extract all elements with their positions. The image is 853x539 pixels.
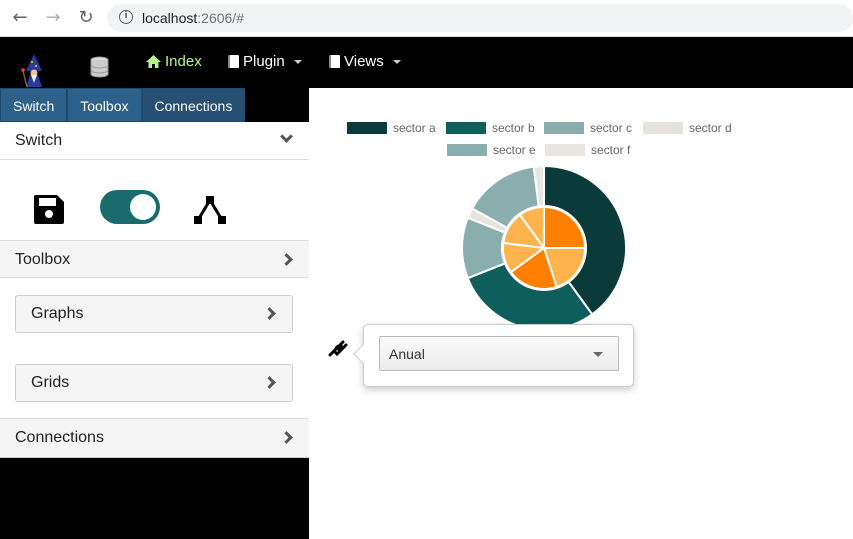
- legend-swatch: [447, 144, 487, 156]
- sidebar-tabs: Switch Toolbox Connections: [0, 88, 246, 122]
- caret-down-icon: [293, 59, 302, 64]
- legend-item[interactable]: sector e: [447, 143, 536, 157]
- reload-icon[interactable]: ↻: [74, 7, 98, 29]
- database-icon[interactable]: [90, 56, 109, 78]
- chevron-right-icon: [263, 376, 276, 389]
- chevron-right-icon: [280, 431, 293, 444]
- legend-swatch: [544, 122, 584, 134]
- address-bar[interactable]: i localhost:2606/#: [107, 4, 853, 32]
- legend-label: sector a: [393, 121, 436, 135]
- forward-icon[interactable]: →: [41, 7, 65, 29]
- nav-index-link[interactable]: Index: [146, 53, 202, 70]
- caret-down-icon: [392, 59, 401, 64]
- nav-views-label: Views: [344, 53, 384, 70]
- wizard-logo-icon[interactable]: [18, 53, 50, 87]
- toolbox-panel-header[interactable]: Toolbox: [0, 240, 309, 278]
- legend-swatch: [347, 122, 387, 134]
- legend-label: sector d: [689, 121, 732, 135]
- save-icon[interactable]: [34, 195, 64, 224]
- connections-panel-header[interactable]: Connections: [0, 418, 309, 458]
- legend-swatch: [446, 122, 486, 134]
- graphs-button[interactable]: Graphs: [15, 295, 293, 333]
- nav-plugin-label: Plugin: [243, 53, 285, 70]
- url-rest: :2606/#: [197, 10, 244, 26]
- graph-network-icon[interactable]: [193, 195, 227, 225]
- nav-index-label: Index: [165, 53, 202, 70]
- info-icon[interactable]: i: [119, 10, 133, 24]
- period-popover: Anual: [353, 324, 634, 387]
- chevron-down-icon: [280, 130, 293, 143]
- nav-views-dropdown[interactable]: Views: [329, 53, 401, 70]
- pie-chart: [461, 164, 627, 331]
- toggle-knob: [130, 194, 156, 220]
- tab-toolbox[interactable]: Toolbox: [67, 88, 142, 122]
- toolbox-panel-title: Toolbox: [15, 251, 71, 268]
- book-icon: [329, 55, 340, 68]
- legend-item[interactable]: sector f: [545, 143, 630, 157]
- url-host: localhost: [142, 10, 198, 26]
- legend-item[interactable]: sector d: [643, 121, 732, 135]
- graphs-label: Graphs: [31, 305, 84, 322]
- legend-label: sector f: [591, 143, 631, 157]
- legend-item[interactable]: sector c: [544, 121, 632, 135]
- legend-label: sector b: [492, 121, 535, 135]
- plug-icon[interactable]: [327, 336, 349, 358]
- period-select-value: Anual: [389, 346, 425, 362]
- nav-plugin-dropdown[interactable]: Plugin: [228, 53, 302, 70]
- back-icon[interactable]: ←: [8, 7, 32, 29]
- switch-panel-title: Switch: [15, 132, 63, 149]
- legend-swatch: [643, 122, 683, 134]
- legend-label: sector e: [493, 143, 536, 157]
- popover-arrow: [353, 344, 373, 364]
- tab-connections[interactable]: Connections: [141, 88, 246, 122]
- legend-item[interactable]: sector a: [347, 121, 436, 135]
- connections-panel-title: Connections: [15, 429, 104, 446]
- legend-item[interactable]: sector b: [446, 121, 535, 135]
- switch-panel-header[interactable]: Switch: [0, 122, 309, 160]
- top-navbar: Index Plugin Views: [0, 37, 853, 88]
- chevron-right-icon: [263, 307, 276, 320]
- tab-switch[interactable]: Switch: [0, 88, 68, 122]
- grids-label: Grids: [31, 374, 70, 391]
- legend-label: sector c: [590, 121, 633, 135]
- switch-toggle[interactable]: [100, 190, 160, 224]
- grids-button[interactable]: Grids: [15, 364, 293, 402]
- url-text: localhost:2606/#: [142, 10, 244, 26]
- period-select[interactable]: Anual: [379, 336, 619, 371]
- book-icon: [228, 55, 239, 68]
- legend-swatch: [545, 144, 585, 156]
- home-icon: [146, 55, 161, 68]
- browser-toolbar: ← → ↻ i localhost:2606/#: [0, 0, 853, 37]
- chevron-right-icon: [280, 253, 293, 266]
- toolbox-panel: Toolbox Graphs Grids Connections: [0, 240, 309, 458]
- caret-down-icon: [593, 352, 603, 357]
